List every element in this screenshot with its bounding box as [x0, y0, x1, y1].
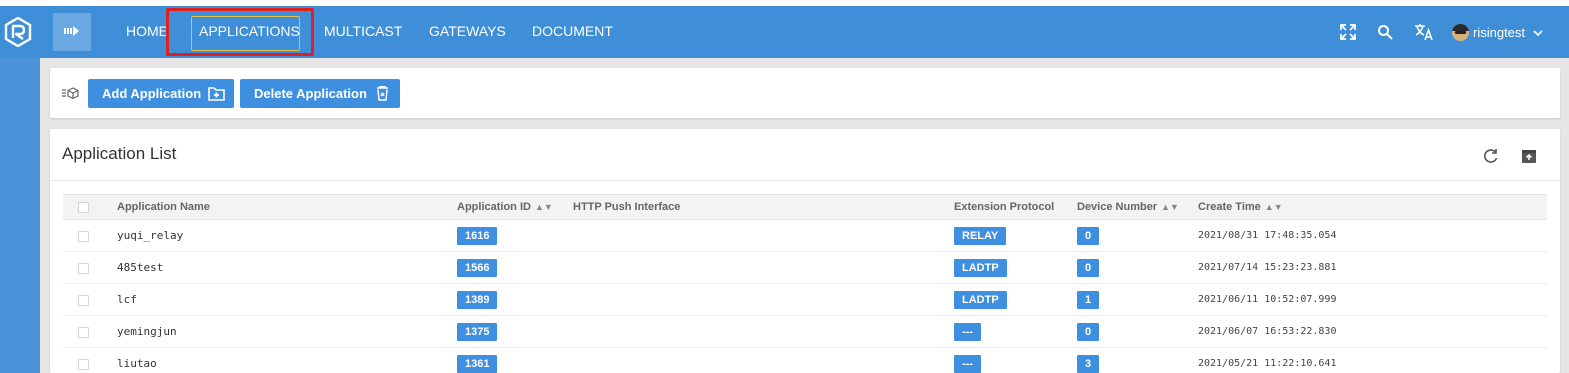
col-device-number[interactable]: Device Number ▲▼	[1077, 195, 1179, 219]
add-application-label: Add Application	[102, 86, 202, 101]
app-name[interactable]: yuqi_relay	[117, 220, 183, 252]
app-name[interactable]: liutao	[117, 348, 157, 373]
nav-home[interactable]: HOME	[126, 6, 168, 58]
protocol-badge: LADTP	[954, 258, 1007, 277]
row-checkbox[interactable]	[78, 263, 89, 274]
nav-gateways[interactable]: GATEWAYS	[429, 6, 506, 58]
table-row[interactable]: 485test 1566 LADTP 0 2021/07/14 15:23:23…	[63, 252, 1547, 284]
device-count-badge: 3	[1077, 354, 1100, 373]
nav-applications[interactable]: APPLICATIONS	[199, 6, 300, 58]
protocol-badge: LADTP	[954, 290, 1007, 309]
delete-application-label: Delete Application	[254, 86, 367, 101]
menu-toggle-button[interactable]	[53, 13, 91, 51]
sort-icon[interactable]: ▲▼	[535, 202, 553, 212]
sort-icon[interactable]: ▲▼	[1265, 202, 1283, 212]
select-all-checkbox[interactable]	[78, 202, 89, 213]
create-time: 2021/05/21 11:22:10.641	[1198, 358, 1337, 369]
table-row[interactable]: yemingjun 1375 --- 0 2021/06/07 16:53:22…	[63, 316, 1547, 348]
top-nav-bar: HOME APPLICATIONS MULTICAST GATEWAYS DOC…	[0, 6, 1569, 58]
toolbar-card: Add Application Delete Application	[50, 68, 1560, 118]
application-cube-icon	[62, 86, 80, 100]
protocol-badge: RELAY	[954, 226, 1007, 245]
app-name[interactable]: 485test	[117, 252, 163, 284]
delete-application-button[interactable]: Delete Application	[240, 79, 400, 108]
table-header: Application Name Application ID ▲▼ HTTP P…	[63, 194, 1547, 220]
app-id-badge: 1566	[457, 258, 498, 277]
row-checkbox[interactable]	[78, 295, 89, 306]
row-checkbox[interactable]	[78, 327, 89, 338]
app-name[interactable]: lcf	[117, 284, 137, 316]
refresh-icon[interactable]	[1482, 147, 1500, 165]
search-icon[interactable]	[1373, 20, 1397, 44]
row-checkbox[interactable]	[78, 359, 89, 370]
list-title: Application List	[62, 144, 177, 163]
add-application-button[interactable]: Add Application	[88, 79, 235, 108]
side-panel	[0, 58, 40, 373]
nav-document[interactable]: DOCUMENT	[532, 6, 613, 58]
avatar	[1452, 23, 1469, 41]
device-count-badge: 1	[1077, 290, 1100, 309]
create-time: 2021/07/14 15:23:23.881	[1198, 262, 1337, 273]
create-time: 2021/06/11 10:52:07.999	[1198, 294, 1337, 305]
app-name[interactable]: yemingjun	[117, 316, 177, 348]
col-create-time[interactable]: Create Time ▲▼	[1198, 195, 1283, 219]
folder-add-icon	[208, 86, 225, 101]
table-row[interactable]: yuqi_relay 1616 RELAY 0 2021/08/31 17:48…	[63, 220, 1547, 252]
create-time: 2021/06/07 16:53:22.830	[1198, 326, 1337, 337]
fullscreen-icon[interactable]	[1336, 20, 1360, 44]
divider	[50, 180, 1560, 181]
create-time: 2021/08/31 17:48:35.054	[1198, 230, 1337, 241]
username: risingtest	[1473, 24, 1526, 40]
col-application-id[interactable]: Application ID ▲▼	[457, 195, 553, 219]
protocol-badge: ---	[954, 322, 981, 341]
device-count-badge: 0	[1077, 322, 1100, 341]
device-count-badge: 0	[1077, 258, 1100, 277]
protocol-badge: ---	[954, 354, 981, 373]
app-id-badge: 1375	[457, 322, 498, 341]
row-checkbox[interactable]	[78, 231, 89, 242]
applications-table: Application Name Application ID ▲▼ HTTP P…	[63, 194, 1547, 373]
translate-icon[interactable]	[1412, 20, 1436, 44]
chevron-down-icon	[1533, 25, 1543, 40]
user-menu[interactable]: risingtest	[1452, 6, 1543, 58]
sort-icon[interactable]: ▲▼	[1161, 202, 1179, 212]
trash-icon	[374, 86, 391, 101]
app-id-badge: 1361	[457, 354, 498, 373]
col-application-name[interactable]: Application Name	[117, 195, 210, 219]
table-row[interactable]: lcf 1389 LADTP 1 2021/06/11 10:52:07.999	[63, 284, 1547, 316]
app-id-badge: 1389	[457, 290, 498, 309]
col-extension-protocol[interactable]: Extension Protocol	[954, 195, 1054, 219]
app-logo[interactable]	[0, 6, 36, 58]
menu-toggle-icon	[64, 23, 80, 41]
col-http-push-interface[interactable]: HTTP Push Interface	[573, 195, 680, 219]
nav-multicast[interactable]: MULTICAST	[324, 6, 402, 58]
app-id-badge: 1616	[457, 226, 498, 245]
device-count-badge: 0	[1077, 226, 1100, 245]
table-row[interactable]: liutao 1361 --- 3 2021/05/21 11:22:10.64…	[63, 348, 1547, 373]
export-icon[interactable]	[1520, 147, 1538, 165]
application-list-card: Application List Application Name Applic…	[50, 129, 1560, 373]
